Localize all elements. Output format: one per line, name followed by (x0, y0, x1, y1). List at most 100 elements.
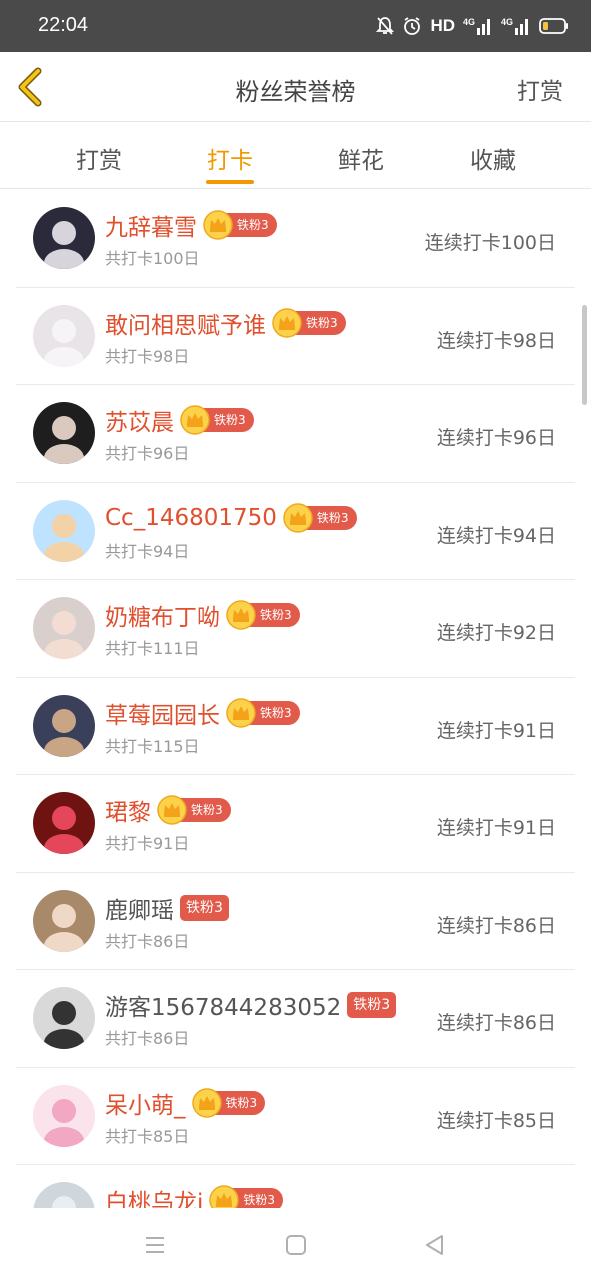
list-item[interactable]: 敢问相思赋予谁 铁粉3 共打卡98日 连续打卡98日 (0, 288, 591, 385)
crown-icon (272, 307, 302, 338)
status-time: 22:04 (38, 14, 89, 36)
signal-icon: 4G (501, 16, 531, 36)
total-checkin-days: 共打卡91日 (105, 834, 190, 853)
tab-favorites[interactable]: 收藏 (443, 141, 543, 175)
user-name-line: 苏苡晨 铁粉3 (105, 403, 254, 437)
total-checkin-days: 共打卡115日 (105, 736, 200, 756)
app-header: 粉丝荣誉榜 打赏 (0, 52, 591, 122)
total-checkin-days: 共打卡96日 (105, 444, 190, 463)
page-title: 粉丝荣誉榜 (235, 78, 356, 106)
menu-button[interactable] (142, 1232, 168, 1258)
fan-level-badge: 铁粉3 (157, 795, 231, 825)
fan-level-badge: 铁粉3 (272, 307, 346, 338)
total-checkin-days: 共打卡86日 (105, 1029, 190, 1048)
user-name[interactable]: 游客1567844283052 (105, 988, 341, 1022)
checkin-streak: 连续打卡86日 (436, 914, 556, 937)
checkin-streak: 连续打卡98日 (436, 329, 556, 352)
user-name[interactable]: Cc_146801750 (105, 505, 277, 531)
tab-checkin[interactable]: 打卡 (180, 141, 280, 175)
fan-level-badge: 铁粉3 (283, 502, 357, 533)
user-name[interactable]: 奶糖布丁呦 (105, 598, 220, 632)
user-name[interactable]: 九辞暮雪 (105, 208, 197, 242)
fan-level-badge: 铁粉3 (191, 1087, 266, 1118)
user-name[interactable]: 草莓园园长 (105, 696, 220, 730)
user-name[interactable]: 白桃乌龙i (105, 1183, 203, 1208)
user-name-line: 敢问相思赋予谁 铁粉3 (105, 306, 346, 340)
avatar[interactable] (33, 207, 95, 269)
crown-icon (203, 210, 233, 240)
user-name-line: 九辞暮雪 铁粉3 (105, 208, 277, 242)
user-name[interactable]: 苏苡晨 (105, 403, 174, 437)
crown-icon (226, 600, 256, 630)
list-item[interactable]: 游客1567844283052 铁粉3 共打卡86日 连续打卡86日 (0, 970, 591, 1068)
crown-icon (209, 1185, 240, 1208)
user-name[interactable]: 鹿卿瑶 (105, 891, 174, 925)
back-triangle-icon (426, 1235, 443, 1255)
avatar[interactable] (33, 1182, 95, 1208)
checkin-streak: 连续打卡96日 (436, 427, 556, 449)
list-item[interactable]: 白桃乌龙i铁粉3连续打卡84日 (0, 1165, 591, 1208)
scrollbar[interactable] (582, 305, 587, 405)
fan-level-badge: 铁粉3 (180, 405, 254, 435)
user-name-line: 游客1567844283052 铁粉3 (105, 988, 397, 1022)
reward-button[interactable]: 打赏 (517, 72, 563, 106)
checkin-streak: 连续打卡85日 (436, 1109, 556, 1132)
user-name[interactable]: 珺黎 (105, 793, 151, 827)
status-icons: HD 4G 4G (376, 14, 569, 38)
list-item[interactable]: 九辞暮雪 铁粉3 共打卡100日 连续打卡100日 (0, 190, 591, 288)
menu-icon (146, 1237, 164, 1253)
fan-level-badge: 铁粉3 (226, 600, 300, 630)
status-bar: 22:04 HD 4G 4G (0, 0, 591, 52)
home-square-icon (286, 1235, 306, 1255)
total-checkin-days: 共打卡98日 (105, 346, 190, 366)
avatar[interactable] (33, 1084, 95, 1147)
list-item[interactable]: 草莓园园长 铁粉3 共打卡115日 连续打卡91日 (0, 678, 591, 775)
fan-level-badge: 铁粉3 (180, 894, 229, 922)
list-item[interactable]: 珺黎 铁粉3 共打卡91日 连续打卡91日 (0, 775, 591, 873)
home-button[interactable] (283, 1232, 309, 1258)
tab-bar: 打赏 打卡 鲜花 收藏 (0, 123, 591, 189)
user-name[interactable]: 呆小萌_ (105, 1086, 186, 1120)
back-nav-button[interactable] (422, 1232, 448, 1258)
battery-icon (539, 17, 569, 35)
user-name-line: 呆小萌_ 铁粉3 (105, 1086, 266, 1120)
fan-level-badge: 铁粉3 (347, 991, 397, 1019)
active-tab-indicator (206, 180, 254, 184)
checkin-streak: 连续打卡86日 (436, 1012, 556, 1034)
tab-reward[interactable]: 打赏 (49, 141, 149, 175)
list-item[interactable]: 鹿卿瑶 铁粉3 共打卡86日 连续打卡86日 (0, 873, 591, 970)
total-checkin-days: 共打卡86日 (105, 931, 190, 951)
avatar[interactable] (33, 304, 95, 367)
tab-flowers[interactable]: 鲜花 (311, 141, 411, 175)
avatar[interactable] (33, 987, 95, 1049)
avatar[interactable] (33, 792, 95, 854)
avatar[interactable] (33, 402, 95, 464)
crown-icon (226, 697, 256, 728)
avatar[interactable] (33, 694, 95, 757)
total-checkin-days: 共打卡100日 (105, 249, 200, 268)
checkin-streak: 连续打卡94日 (436, 524, 556, 547)
user-name-line: 珺黎 铁粉3 (105, 793, 231, 827)
avatar[interactable] (33, 597, 95, 659)
crown-icon (157, 795, 187, 825)
avatar[interactable] (33, 889, 95, 952)
fan-level-tag: 铁粉3 (180, 894, 229, 921)
fan-level-badge: 铁粉3 (209, 1185, 284, 1208)
alarm-icon (402, 16, 422, 36)
list-item[interactable]: Cc_146801750 铁粉3 共打卡94日 连续打卡94日 (0, 483, 591, 580)
total-checkin-days: 共打卡85日 (105, 1126, 190, 1146)
avatar[interactable] (33, 499, 95, 562)
checkin-ranking-list[interactable]: 九辞暮雪 铁粉3 共打卡100日 连续打卡100日 敢问相思赋予谁 铁粉3 共打卡98日 连续… (0, 190, 591, 1208)
crown-icon (180, 405, 210, 435)
fan-level-badge: 铁粉3 (203, 210, 277, 240)
list-item[interactable]: 苏苡晨 铁粉3 共打卡96日 连续打卡96日 (0, 385, 591, 483)
crown-icon (283, 502, 313, 533)
list-item[interactable]: 奶糖布丁呦 铁粉3 共打卡111日 连续打卡92日 (0, 580, 591, 678)
list-item[interactable]: 呆小萌_ 铁粉3 共打卡85日 连续打卡85日 (0, 1068, 591, 1165)
user-name-line: 草莓园园长 铁粉3 (105, 696, 300, 730)
total-checkin-days: 共打卡94日 (105, 541, 190, 561)
user-name-line: Cc_146801750 铁粉3 (105, 501, 357, 535)
total-checkin-days: 共打卡111日 (105, 639, 200, 658)
network-type-label: 4G (463, 17, 475, 27)
user-name[interactable]: 敢问相思赋予谁 (105, 306, 266, 340)
